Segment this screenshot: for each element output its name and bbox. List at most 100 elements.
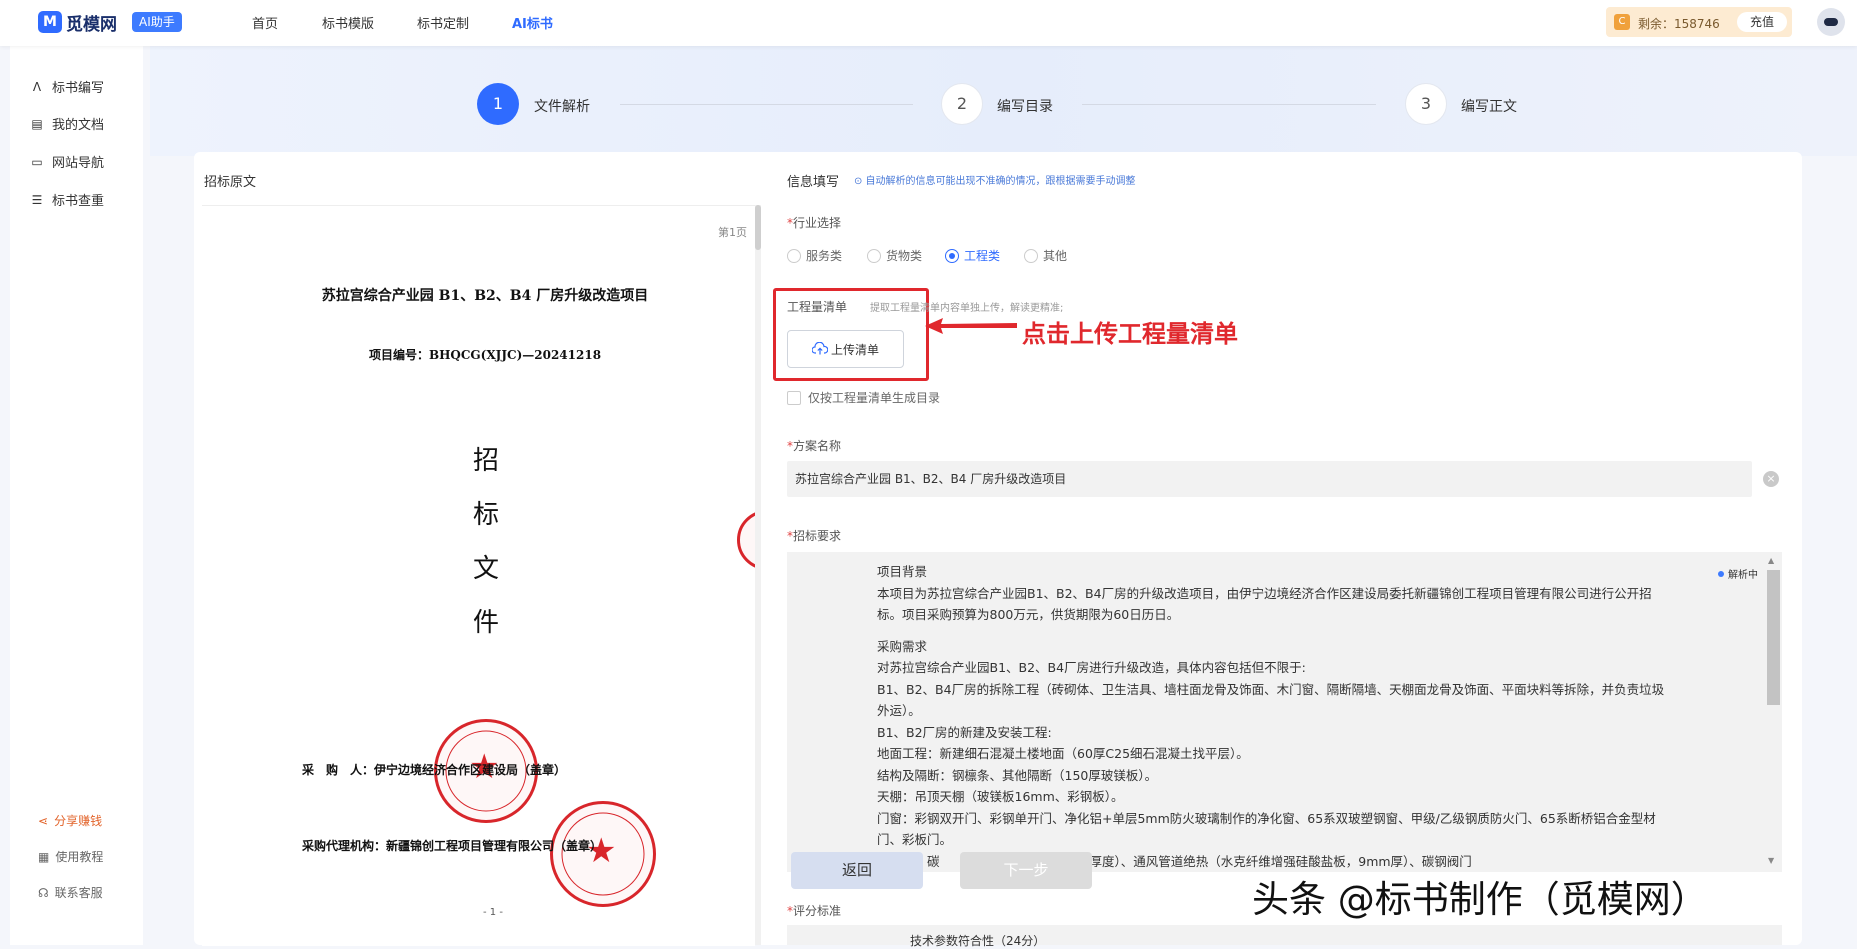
radio-engineering[interactable]: 工程类 (945, 247, 1000, 264)
step-1-label: 文件解析 (534, 99, 590, 115)
requirements-content[interactable]: 项目背景 本项目为苏拉宫综合产业园B1、B2、B4厂房的升级改造项目，由伊宁边境… (877, 561, 1667, 872)
upload-bill-button[interactable]: 上传清单 (787, 330, 904, 368)
step-3-label: 编写正文 (1461, 99, 1517, 115)
industry-label: *行业选择 (787, 216, 842, 230)
info-hint: ⊙ 自动解析的信息可能出现不准确的情况，跟根据需要手动调整 (854, 176, 1136, 187)
doc-agent: 采购代理机构：新疆锦创工程项目管理有限公司（盖章） (302, 839, 603, 853)
sidebar-tutorial-label: 使用教程 (55, 850, 104, 864)
radio-dot[interactable] (1024, 248, 1038, 263)
doc-heading-char: 招 (473, 446, 500, 476)
logo-icon[interactable]: M (38, 11, 62, 33)
req-line: B1、B2厂房的新建及安装工程: (877, 724, 1052, 740)
only-bill-checkbox[interactable]: 仅按工程量清单生成目录 (787, 389, 940, 406)
doc-project-code: 项目编号：BHQCG(XJJC)—20241218 (368, 348, 602, 362)
bill-hint: 提取工程量清单内容单独上传，解读更精准; (870, 303, 1064, 314)
step-connector (620, 104, 913, 105)
avatar[interactable] (1817, 8, 1845, 36)
coin-icon: C (1614, 14, 1630, 30)
monitor-icon: ▭ (31, 154, 43, 169)
radio-other[interactable]: 其他 (1024, 247, 1067, 264)
sidebar-item-write[interactable]: Ʌ 标书编写 (30, 77, 105, 97)
step-3-circle: 3 (1405, 83, 1447, 125)
status-dot-icon (1718, 570, 1724, 577)
document-scrollbar[interactable] (755, 205, 761, 945)
sidebar-item-duplicate-check[interactable]: ☰ 标书查重 (30, 190, 105, 210)
req-line: 对苏拉宫综合产业园B1、B2、B4厂房进行升级改造，具体内容包括但不限于: (877, 660, 1306, 675)
clear-icon[interactable]: × (1763, 471, 1779, 487)
doc-heading-char: 文 (473, 554, 500, 584)
headset-icon: ☊ (38, 885, 49, 900)
cloud-upload-icon (811, 342, 828, 355)
bill-of-quantities-label: 工程量清单 (787, 300, 848, 314)
nav-custom[interactable]: 标书定制 (417, 13, 469, 32)
sidebar-tutorial[interactable]: ▦ 使用教程 (38, 848, 103, 865)
nav-ai-bid[interactable]: AI标书 (512, 13, 553, 32)
scoring-criteria-content: 技术参数符合性（24分） (910, 934, 1046, 948)
radio-dot-selected[interactable] (945, 248, 959, 263)
scoring-criteria-label: *评分标准 (787, 904, 842, 918)
ai-assistant-badge[interactable]: AI助手 (132, 12, 182, 32)
scroll-up-icon[interactable]: ▲ (1768, 556, 1774, 565)
req-line: 天棚：吊顶天棚（玻镁板16mm、彩钢板）。 (877, 789, 1124, 804)
recharge-button[interactable]: 充值 (1737, 12, 1787, 32)
book-icon: ▦ (38, 849, 50, 864)
req-line (877, 626, 1667, 636)
step-1-circle: 1 (477, 83, 519, 125)
annotation-arrow (925, 318, 1017, 334)
sidebar (10, 46, 143, 945)
checkbox-box[interactable] (787, 390, 801, 405)
doc-buyer: 采 购 人：伊宁边境经济合作区建设局（盖章） (302, 763, 567, 777)
sidebar-item-label: 标书查重 (52, 194, 105, 209)
req-line: 结构及隔断：钢檩条、其他隔断（150厚玻镁板）。 (877, 767, 1158, 783)
back-button[interactable]: 返回 (791, 852, 923, 889)
doc-page-number: - 1 - (483, 907, 503, 918)
watermark: 头条 @标书制作（觅模网） (1252, 878, 1708, 921)
info-fill-title: 信息填写 (787, 175, 840, 190)
pen-icon: Ʌ (32, 79, 42, 94)
radio-service[interactable]: 服务类 (787, 247, 842, 264)
sidebar-item-label: 我的文档 (52, 118, 105, 133)
sidebar-share-label: 分享赚钱 (54, 814, 103, 828)
sidebar-item-label: 网站导航 (52, 156, 105, 171)
sidebar-item-documents[interactable]: ▤ 我的文档 (30, 114, 105, 134)
step-2-label: 编写目录 (997, 99, 1053, 115)
req-line: 采购需求 (877, 638, 928, 654)
req-line: 门窗：彩钢双开门、彩钢单开门、净化铝+单层5mm防火玻璃制作的净化窗、65系双玻… (877, 810, 1656, 848)
sidebar-support-label: 联系客服 (54, 886, 103, 900)
agent-seal: ★ (550, 801, 656, 907)
radio-dot[interactable] (867, 248, 881, 263)
document-icon: ▤ (31, 116, 43, 131)
parse-status: 解析中 (1718, 566, 1758, 581)
radio-dot[interactable] (787, 248, 801, 263)
logo-text[interactable]: 觅模网 (66, 10, 117, 35)
sidebar-support[interactable]: ☊ 联系客服 (38, 884, 103, 901)
doc-project-title: 苏拉宫综合产业园 B1、B2、B4 厂房升级改造项目 (321, 288, 649, 304)
req-line: B1、B2、B4厂房的拆除工程（砖砌体、卫生洁具、墙柱面龙骨及饰面、木门窗、隔断… (877, 681, 1665, 719)
top-navbar (0, 0, 1857, 46)
requirements-scrollbar-thumb[interactable] (1767, 570, 1780, 705)
nav-home[interactable]: 首页 (252, 13, 278, 32)
doc-heading-char: 件 (473, 608, 500, 638)
scroll-down-icon[interactable]: ▼ (1768, 856, 1774, 865)
requirements-label: *招标要求 (787, 529, 842, 543)
original-doc-title: 招标原文 (204, 175, 257, 190)
sidebar-item-label: 标书编写 (52, 81, 105, 96)
partial-seal (737, 510, 755, 570)
balance-label: 剩余：158746 (1638, 17, 1720, 31)
next-step-button[interactable]: 下一步 (960, 852, 1092, 889)
doc-heading-char: 标 (473, 500, 500, 530)
radio-goods[interactable]: 货物类 (867, 247, 922, 264)
req-line: 项目背景 (877, 564, 928, 579)
document-scrollbar-thumb[interactable] (755, 205, 761, 250)
page-indicator: 第1页 (718, 226, 747, 239)
step-2-circle: 2 (941, 83, 983, 125)
sidebar-share[interactable]: ⋖ 分享赚钱 (38, 812, 102, 829)
req-line: 本项目为苏拉宫综合产业园B1、B2、B4厂房的升级改造项目，由伊宁边境经济合作区… (877, 585, 1652, 623)
req-line: 地面工程：新建细石混凝土楼地面（60厚C25细石混凝土找平层）。 (877, 746, 1249, 761)
step-connector (1082, 104, 1376, 105)
share-icon: ⋖ (38, 813, 49, 828)
search-list-icon: ☰ (31, 192, 43, 207)
sidebar-item-navigation[interactable]: ▭ 网站导航 (30, 152, 105, 172)
nav-templates[interactable]: 标书模版 (322, 13, 374, 32)
plan-name-input[interactable]: 苏拉宫综合产业园 B1、B2、B4 厂房升级改造项目 (787, 461, 1752, 497)
